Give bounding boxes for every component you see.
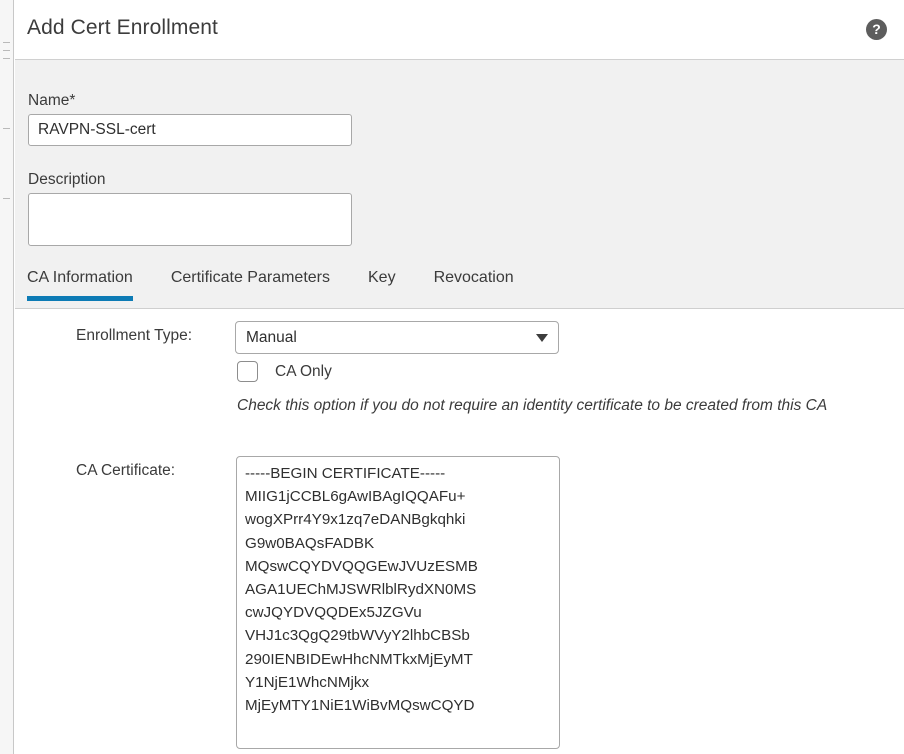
tab-key[interactable]: Key [368, 261, 396, 301]
background-decoration-line [3, 128, 10, 129]
enrollment-type-select[interactable]: ManualSCEPSelf Signed CertificatePKCS12 … [235, 321, 559, 354]
ca-certificate-label: CA Certificate: [76, 462, 176, 479]
tab-certificate-parameters[interactable]: Certificate Parameters [171, 261, 330, 301]
add-cert-enrollment-dialog: Add Cert Enrollment ? Name* Description … [15, 0, 904, 754]
dialog-header: Add Cert Enrollment ? [15, 0, 904, 60]
tab-bar: CA Information Certificate Parameters Ke… [15, 261, 904, 309]
description-input[interactable] [28, 193, 352, 246]
name-label: Name* [28, 92, 76, 109]
description-label: Description [28, 171, 106, 188]
background-decoration-line [3, 42, 10, 43]
dialog-top-form: Name* Description CA Information Certifi… [15, 60, 904, 309]
enrollment-type-dropdown[interactable]: ManualSCEPSelf Signed CertificatePKCS12 … [235, 321, 559, 354]
background-decoration-line [3, 58, 10, 59]
tab-revocation[interactable]: Revocation [434, 261, 514, 301]
background-decoration-line [3, 198, 10, 199]
enrollment-type-label: Enrollment Type: [76, 327, 193, 344]
ca-only-label: CA Only [275, 362, 332, 380]
ca-only-checkbox[interactable] [237, 361, 258, 382]
background-decoration-line [3, 50, 10, 51]
page-title: Add Cert Enrollment [27, 16, 218, 39]
name-input[interactable] [28, 114, 352, 146]
help-circle-icon[interactable]: ? [866, 19, 887, 40]
ca-only-hint-text: Check this option if you do not require … [237, 397, 828, 414]
background-page-strip [0, 0, 14, 754]
ca-certificate-textarea[interactable] [236, 456, 560, 749]
ca-information-panel: Enrollment Type: ManualSCEPSelf Signed C… [15, 309, 904, 754]
tab-ca-information[interactable]: CA Information [27, 261, 133, 301]
ca-only-row: CA Only [237, 361, 332, 382]
